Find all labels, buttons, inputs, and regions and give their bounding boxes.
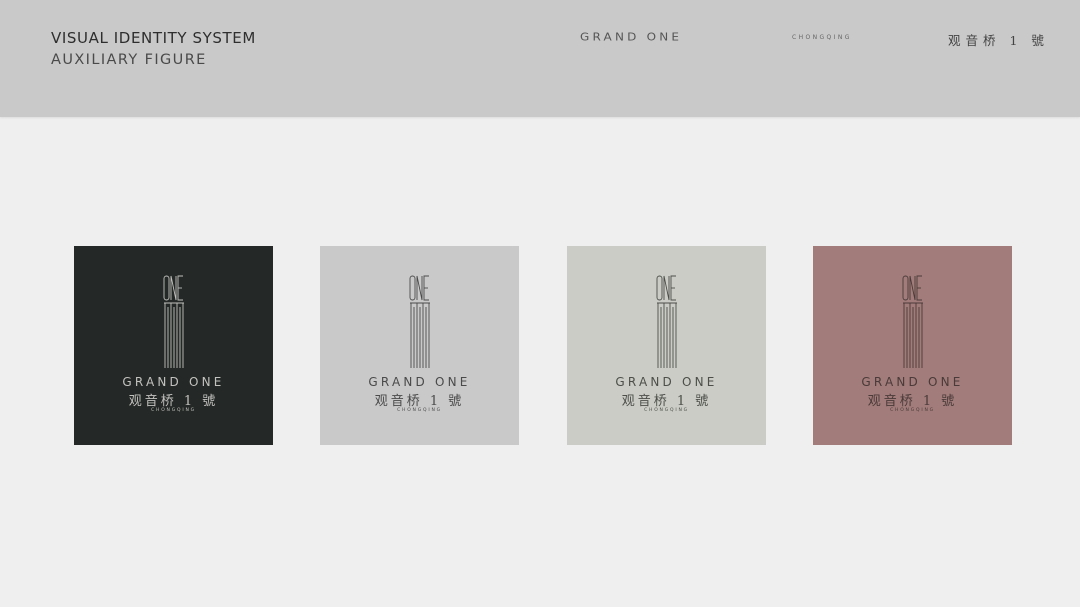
logo-tile: GRAND ONE 观音桥 1 號 CHONGQING bbox=[813, 246, 1012, 445]
tile-brand-chinese: 观音桥 1 號 bbox=[621, 394, 712, 409]
tile-brand-english: GRAND ONE bbox=[368, 375, 471, 389]
header-band: VISUAL IDENTITY SYSTEM AUXILIARY FIGURE … bbox=[0, 0, 1080, 117]
tile-brand-chinese: 观音桥 1 號 bbox=[374, 394, 465, 409]
tile-brand-city: CHONGQING bbox=[151, 408, 196, 413]
header-brand-english: GRAND ONE bbox=[580, 31, 683, 43]
tile-brand-city: CHONGQING bbox=[890, 408, 935, 413]
header-brand-chinese: 观音桥 1 號 bbox=[948, 33, 1049, 48]
logo-tile: GRAND ONE 观音桥 1 號 CHONGQING bbox=[74, 246, 273, 445]
header-brand-city: CHONGQING bbox=[792, 34, 852, 41]
one-logo-mark-icon bbox=[163, 275, 184, 368]
tile-brand-city: CHONGQING bbox=[644, 408, 689, 413]
tile-brand-english: GRAND ONE bbox=[615, 375, 718, 389]
one-logo-mark-icon bbox=[902, 275, 923, 368]
tile-brand-chinese: 观音桥 1 號 bbox=[867, 394, 958, 409]
tile-brand-english: GRAND ONE bbox=[122, 375, 225, 389]
one-logo-mark-icon bbox=[409, 275, 430, 368]
page-subtitle: AUXILIARY FIGURE bbox=[51, 52, 207, 68]
tile-brand-english: GRAND ONE bbox=[861, 375, 964, 389]
one-logo-mark-icon bbox=[656, 275, 677, 368]
tile-brand-city: CHONGQING bbox=[397, 408, 442, 413]
logo-tile: GRAND ONE 观音桥 1 號 CHONGQING bbox=[320, 246, 519, 445]
page-title: VISUAL IDENTITY SYSTEM bbox=[51, 29, 256, 47]
logo-tile: GRAND ONE 观音桥 1 號 CHONGQING bbox=[567, 246, 766, 445]
tile-brand-chinese: 观音桥 1 號 bbox=[128, 394, 219, 409]
